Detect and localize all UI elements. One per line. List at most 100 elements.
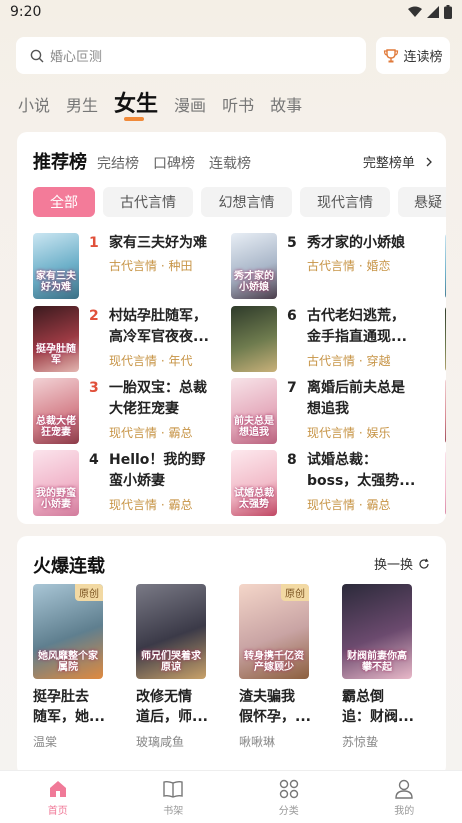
- tab-female[interactable]: 女生: [114, 86, 158, 118]
- book-title: 秀才家的小娇娘: [307, 235, 405, 251]
- book-cover: 原创 她风靡整个家属院: [33, 584, 103, 679]
- serial-book-4[interactable]: 财阀前妻你高攀不起 霸总倒 追：财阀... 苏惊蛰: [342, 584, 414, 750]
- book-author: 温棠: [33, 735, 58, 749]
- book-author: 苏惊蛰: [342, 735, 379, 749]
- recommend-title: 推荐榜: [33, 152, 87, 173]
- nav-category[interactable]: 分类: [231, 771, 347, 823]
- book-title: 家有三夫好为难: [109, 235, 207, 251]
- hot-serial-card: 火爆连载 换一换 原创 她风靡整个家属院 挺孕肚去 随军，她... 温棠 师兄们哭…: [17, 536, 446, 776]
- channel-tabs: 小说 男生 女生 漫画 听书 故事: [18, 86, 318, 118]
- book-cover: 家有三夫好为难: [33, 233, 79, 299]
- search-input[interactable]: 婚心叵测: [16, 37, 366, 74]
- book-cover: 财阀前妻你高攀不起: [342, 584, 412, 679]
- ranking-book-2[interactable]: 挺孕肚随军 2 村姑孕肚随军， 高冷军官夜夜... 现代言情 · 年代: [33, 306, 231, 372]
- tab-reputation-ranking[interactable]: 口碑榜: [153, 153, 195, 173]
- ranking-book-8[interactable]: 试婚总裁太强势 8 试婚总裁： boss，太强势... 现代言情 · 霸总: [231, 450, 429, 516]
- next-column-cover-peek: [445, 450, 446, 516]
- book-cover: 我的野蛮小娇妻: [33, 450, 79, 516]
- book-title: 试婚总裁： boss，太强势...: [307, 452, 416, 489]
- status-icons: [408, 5, 452, 19]
- ranking-book-1[interactable]: 家有三夫好为难 1 家有三夫好为难 古代言情 · 种田: [33, 233, 231, 299]
- next-column-cover-peek: [445, 233, 446, 299]
- ranking-book-5[interactable]: 秀才家的小娇娘 5 秀才家的小娇娘 古代言情 · 婚恋: [231, 233, 429, 299]
- refresh-label: 换一换: [373, 558, 413, 573]
- rank-number: 7: [287, 380, 297, 396]
- book-title: Hello！我的野 蛮小娇妻: [109, 452, 206, 489]
- nav-bookshelf[interactable]: 书架: [116, 771, 232, 823]
- tab-comics[interactable]: 漫画: [174, 92, 206, 116]
- grid-icon: [279, 779, 298, 798]
- book-cover: [231, 306, 277, 372]
- book-meta: 古代言情 · 婚恋: [307, 259, 391, 273]
- rank-list-label: 连读榜: [403, 50, 443, 65]
- full-ranking-label: 完整榜单: [362, 156, 415, 171]
- genre-fantasy-romance[interactable]: 幻想言情: [201, 187, 292, 217]
- tab-serial-ranking[interactable]: 连载榜: [209, 153, 251, 173]
- ranking-book-3[interactable]: 总裁大佬狂宠妻 3 一胎双宝：总裁 大佬狂宠妻 现代言情 · 霸总: [33, 378, 231, 444]
- book-title: 渣夫骗我 假怀孕，...: [239, 689, 311, 725]
- book-meta: 现代言情 · 年代: [109, 354, 193, 368]
- nav-profile[interactable]: 我的: [347, 771, 462, 823]
- rank-number: 4: [89, 452, 99, 468]
- chevron-right-icon: [426, 157, 432, 167]
- nav-category-label: 分类: [278, 805, 299, 817]
- status-bar: 9:20: [0, 0, 462, 28]
- rank-list-button[interactable]: 连读榜: [376, 37, 450, 74]
- tab-novel[interactable]: 小说: [18, 92, 50, 116]
- search-icon: [30, 49, 44, 62]
- book-cover: 前夫总是想追我: [231, 378, 277, 444]
- book-author: 啾啾琳: [239, 735, 276, 749]
- recommend-header: 推荐榜 完结榜 口碑榜 连载榜 完整榜单: [33, 148, 433, 174]
- serial-book-1[interactable]: 原创 她风靡整个家属院 挺孕肚去 随军，她... 温棠: [33, 584, 105, 750]
- book-title: 村姑孕肚随军， 高冷军官夜夜...: [109, 308, 209, 345]
- genre-modern-romance[interactable]: 现代言情: [300, 187, 390, 217]
- book-icon: [163, 780, 183, 798]
- genre-mystery[interactable]: 悬疑: [398, 187, 446, 217]
- tab-completed-ranking[interactable]: 完结榜: [97, 153, 139, 173]
- user-icon: [395, 779, 413, 799]
- refresh-icon: [419, 558, 429, 569]
- book-title: 古代老妇逃荒， 金手指直通现...: [307, 308, 407, 345]
- ranking-book-7[interactable]: 前夫总是想追我 7 离婚后前夫总是 想追我 现代言情 · 娱乐: [231, 378, 429, 444]
- book-meta: 现代言情 · 霸总: [109, 498, 193, 512]
- book-cover: 原创 转身携千亿资产嫁顾少: [239, 584, 309, 679]
- next-column-cover-peek: [445, 306, 446, 372]
- book-meta: 古代言情 · 穿越: [307, 354, 391, 368]
- book-meta: 现代言情 · 霸总: [307, 498, 391, 512]
- hot-serial-title: 火爆连载: [33, 556, 105, 577]
- tab-stories[interactable]: 故事: [270, 92, 302, 116]
- ranking-book-4[interactable]: 我的野蛮小娇妻 4 Hello！我的野 蛮小娇妻 现代言情 · 霸总: [33, 450, 231, 516]
- nav-profile-label: 我的: [394, 805, 415, 817]
- rank-number: 1: [89, 235, 99, 251]
- book-cover: 挺孕肚随军: [33, 306, 79, 372]
- original-badge: 原创: [281, 584, 309, 601]
- genre-ancient-romance[interactable]: 古代言情: [103, 187, 193, 217]
- refresh-button[interactable]: 换一换: [374, 554, 430, 573]
- original-badge: 原创: [75, 584, 103, 601]
- rank-number: 6: [287, 308, 297, 324]
- genre-all[interactable]: 全部: [33, 187, 95, 217]
- serial-book-2[interactable]: 师兄们哭着求原谅 改修无情 道后，师... 玻璃咸鱼: [136, 584, 208, 750]
- tab-audiobook[interactable]: 听书: [222, 92, 254, 116]
- home-icon: [49, 780, 66, 797]
- nav-home[interactable]: 首页: [0, 771, 116, 823]
- book-cover: 师兄们哭着求原谅: [136, 584, 206, 679]
- genre-filter-row: 全部 古代言情 幻想言情 现代言情 悬疑: [33, 187, 446, 217]
- full-ranking-link[interactable]: 完整榜单: [363, 152, 433, 171]
- serial-book-3[interactable]: 原创 转身携千亿资产嫁顾少 渣夫骗我 假怀孕，... 啾啾琳: [239, 584, 311, 750]
- recommend-ranking-card: 推荐榜 完结榜 口碑榜 连载榜 完整榜单 全部 古代言情 幻想言情 现代言情 悬…: [17, 132, 446, 524]
- book-title: 霸总倒 追：财阀...: [342, 689, 414, 725]
- book-meta: 现代言情 · 霸总: [109, 426, 193, 440]
- trophy-icon: [384, 48, 399, 62]
- book-cover: 总裁大佬狂宠妻: [33, 378, 79, 444]
- ranking-book-6[interactable]: 6 古代老妇逃荒， 金手指直通现... 古代言情 · 穿越: [231, 306, 429, 372]
- book-cover: 秀才家的小娇娘: [231, 233, 277, 299]
- rank-number: 2: [89, 308, 99, 324]
- nav-home-label: 首页: [47, 805, 68, 817]
- book-author: 玻璃咸鱼: [136, 735, 185, 749]
- book-meta: 现代言情 · 娱乐: [307, 426, 391, 440]
- rank-number: 3: [89, 380, 99, 396]
- bottom-nav: 首页 书架 分类 我的: [0, 770, 462, 823]
- book-title: 一胎双宝：总裁 大佬狂宠妻: [109, 380, 207, 417]
- tab-male[interactable]: 男生: [66, 92, 98, 116]
